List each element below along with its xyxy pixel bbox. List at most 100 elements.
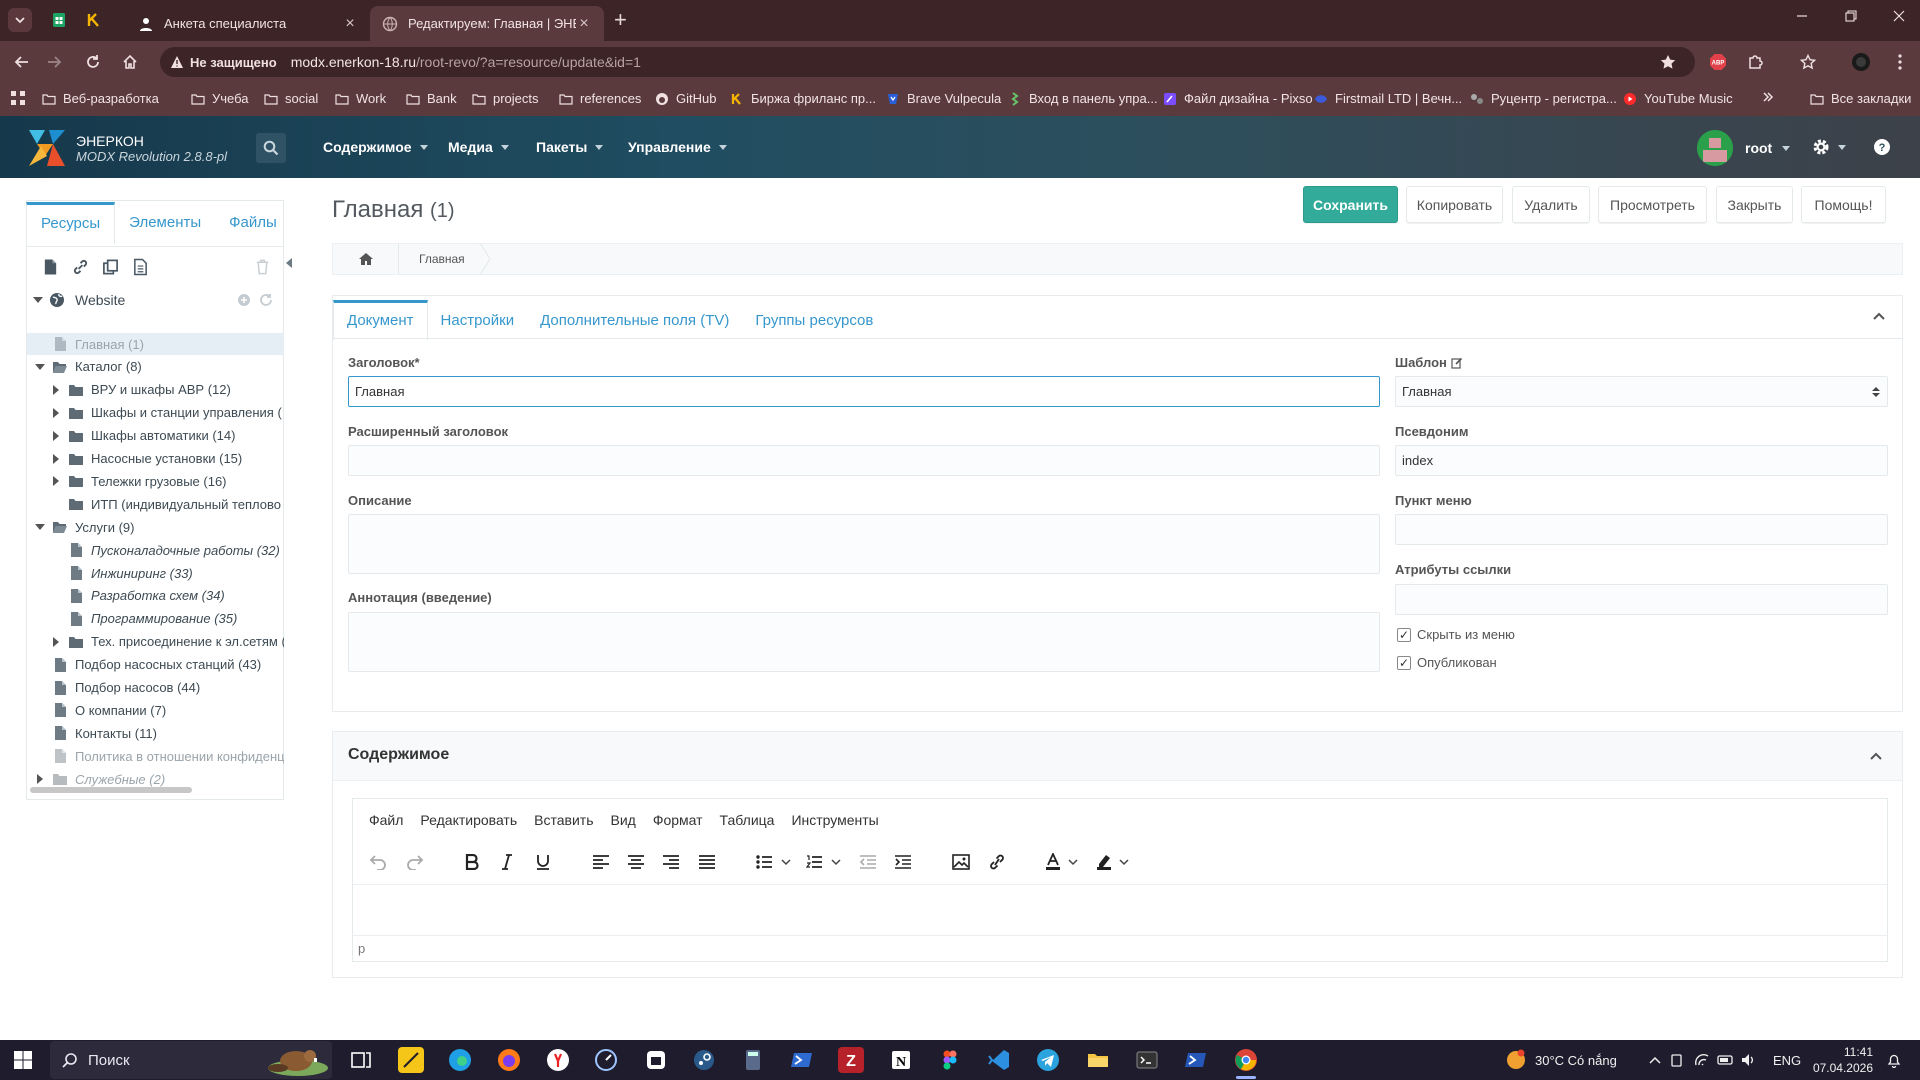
- tab-tv[interactable]: Дополнительные поля (TV): [527, 300, 742, 340]
- taskbar-app[interactable]: [593, 1047, 619, 1073]
- trash-icon[interactable]: [254, 258, 271, 276]
- editor-menu-edit[interactable]: Редактировать: [420, 812, 517, 828]
- outdent-button[interactable]: [857, 851, 879, 873]
- taskbar-app[interactable]: [496, 1047, 522, 1073]
- chrome-menu-button[interactable]: [1888, 50, 1912, 74]
- chevron-up-icon[interactable]: [1869, 751, 1883, 761]
- alias-input[interactable]: index: [1395, 445, 1888, 476]
- align-right-button[interactable]: [660, 851, 682, 873]
- bullet-list-button[interactable]: [754, 851, 798, 873]
- caret-right-icon[interactable]: [51, 430, 61, 441]
- settings-menu[interactable]: [1812, 116, 1846, 178]
- bookmark-star-button[interactable]: [1656, 50, 1680, 74]
- bookmark-item[interactable]: social: [264, 91, 318, 106]
- menu-packages[interactable]: Пакеты: [536, 116, 604, 178]
- taskbar-app[interactable]: [398, 1047, 424, 1073]
- bookmark-item[interactable]: Учеба: [191, 91, 249, 106]
- all-bookmarks-button[interactable]: Все закладки: [1810, 91, 1911, 106]
- security-chip[interactable]: Не защищено: [170, 55, 291, 70]
- taskbar-app[interactable]: [1035, 1047, 1061, 1073]
- view-button[interactable]: Просмотреть: [1598, 186, 1707, 223]
- caret-right-icon[interactable]: [51, 384, 61, 395]
- editor-body[interactable]: [352, 884, 1888, 935]
- insert-image-button[interactable]: [950, 851, 972, 873]
- align-center-button[interactable]: [625, 851, 647, 873]
- user-menu[interactable]: root: [1697, 130, 1791, 166]
- bookmark-item[interactable]: YouTube Music: [1623, 91, 1733, 106]
- menutitle-input[interactable]: [1395, 514, 1888, 545]
- tree-node[interactable]: Услуги (9): [27, 516, 284, 538]
- taskbar-app[interactable]: [643, 1047, 669, 1073]
- taskbar-app[interactable]: N: [888, 1047, 914, 1073]
- tree-node[interactable]: Подбор насосов (44): [27, 677, 284, 699]
- editor-menu-file[interactable]: Файл: [369, 812, 403, 828]
- tree-node[interactable]: Пусконаладочные работы (32): [27, 539, 284, 561]
- caret-right-icon[interactable]: [51, 476, 61, 487]
- tree-node[interactable]: Служебные (2): [27, 768, 284, 788]
- italic-button[interactable]: [496, 851, 518, 873]
- tree-node[interactable]: Политика в отношении конфиденц: [27, 745, 284, 767]
- address-bar[interactable]: Не защищено modx.enerkon-18.ru/root-revo…: [160, 47, 1695, 77]
- bookmark-item[interactable]: Вход в панель упра...: [1008, 91, 1158, 106]
- tree-node[interactable]: Главная (1): [27, 333, 284, 355]
- close-window-button[interactable]: [1893, 10, 1905, 22]
- editor-menu-tools[interactable]: Инструменты: [791, 812, 878, 828]
- editor-menu-insert[interactable]: Вставить: [534, 812, 593, 828]
- pagetitle-input[interactable]: Главная: [348, 376, 1380, 407]
- url-text[interactable]: modx.enerkon-18.ru/root-revo/?a=resource…: [291, 54, 641, 70]
- taskbar-app[interactable]: [1233, 1047, 1259, 1073]
- copy-button[interactable]: Копировать: [1406, 186, 1503, 223]
- new-tab-button[interactable]: +: [614, 9, 627, 31]
- link-attributes-input[interactable]: [1395, 584, 1888, 615]
- hidemenu-checkbox[interactable]: ✓ Скрыть из меню: [1397, 627, 1515, 642]
- description-textarea[interactable]: [348, 514, 1380, 574]
- close-icon[interactable]: ×: [576, 15, 592, 32]
- undo-button[interactable]: [367, 851, 389, 873]
- clock[interactable]: 11:41 07.04.2026: [1813, 1040, 1873, 1080]
- new-static-resource-icon[interactable]: [132, 258, 149, 276]
- taskbar-search[interactable]: Поиск: [50, 1041, 332, 1079]
- taskbar-app[interactable]: [937, 1047, 963, 1073]
- align-left-button[interactable]: [590, 851, 612, 873]
- minimize-button[interactable]: [1796, 10, 1808, 22]
- editor-menu-view[interactable]: Вид: [610, 812, 635, 828]
- introtext-textarea[interactable]: [348, 612, 1380, 672]
- bookmark-item[interactable]: Веб-разработка: [42, 91, 159, 106]
- caret-down-icon[interactable]: [35, 362, 45, 372]
- weather-widget[interactable]: 30°C Có nắng: [1505, 1040, 1617, 1080]
- justify-button[interactable]: [696, 851, 718, 873]
- system-tray-icons[interactable]: [1648, 1040, 1758, 1080]
- tree-node[interactable]: Тех. присоединение к эл.сетям (: [27, 631, 284, 653]
- tab-resource-groups[interactable]: Группы ресурсов: [742, 300, 886, 340]
- indent-button[interactable]: [892, 851, 914, 873]
- text-color-button[interactable]: [1043, 851, 1087, 873]
- edit-icon[interactable]: [1451, 357, 1463, 369]
- tab-elements[interactable]: Элементы: [115, 202, 215, 244]
- bookmark-item[interactable]: Файл дизайна - Pixso: [1163, 91, 1313, 106]
- tab-settings[interactable]: Настройки: [428, 300, 528, 340]
- tab-search-button[interactable]: [8, 8, 32, 32]
- new-document-icon[interactable]: [42, 258, 59, 276]
- tree-node[interactable]: Подбор насосных станций (43): [27, 654, 284, 676]
- bookmark-item[interactable]: Firstmail LTD | Вечн...: [1314, 91, 1462, 106]
- profile-button[interactable]: [1849, 50, 1873, 74]
- underline-button[interactable]: [532, 851, 554, 873]
- bookmark-item[interactable]: Brave Vulpecula: [886, 91, 1001, 106]
- tree-node[interactable]: Разработка схем (34): [27, 585, 284, 607]
- start-button[interactable]: [14, 1051, 32, 1069]
- menu-content[interactable]: Содержимое: [323, 116, 428, 178]
- tree-horizontal-scrollbar[interactable]: [30, 787, 192, 793]
- caret-right-icon[interactable]: [51, 453, 61, 464]
- bold-button[interactable]: [461, 851, 483, 873]
- taskbar-app[interactable]: [1085, 1047, 1111, 1073]
- longtitle-input[interactable]: [348, 445, 1380, 476]
- bookmarks-manager-button[interactable]: [1796, 50, 1820, 74]
- taskbar-app[interactable]: [545, 1047, 571, 1073]
- bookmark-item[interactable]: references: [559, 91, 641, 106]
- menu-manage[interactable]: Управление: [628, 116, 727, 178]
- caret-right-icon[interactable]: [51, 636, 61, 647]
- tree-node[interactable]: Программирование (35): [27, 608, 284, 630]
- adblock-extension[interactable]: ABP: [1706, 50, 1730, 74]
- close-button[interactable]: Закрыть: [1716, 186, 1793, 223]
- caret-right-icon[interactable]: [35, 774, 45, 785]
